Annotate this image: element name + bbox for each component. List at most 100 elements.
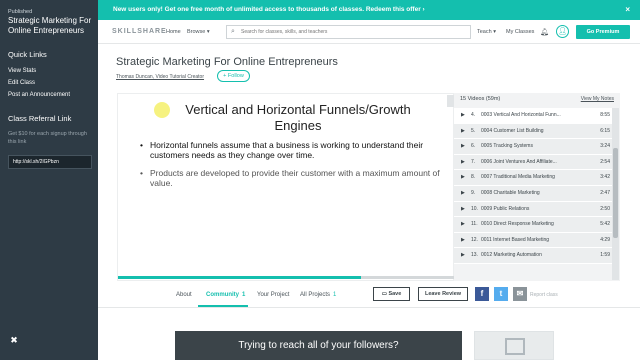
referral-link-field[interactable] (8, 155, 92, 169)
user-icon[interactable]: 👤︎ (556, 25, 569, 38)
save-label: Save (388, 291, 402, 297)
player-scrollbar[interactable] (447, 95, 454, 107)
tab-your-project[interactable]: Your Project (257, 292, 289, 298)
video-duration: 3:24 (600, 143, 610, 150)
video-title: 0007 Traditional Media Marketing (481, 174, 555, 181)
video-list-item[interactable]: ▶ 4. 0003 Vertical And Horizontal Funn... 8… (454, 108, 612, 124)
video-player[interactable]: Vertical and Horizontal Funnels/Growth E… (117, 93, 455, 281)
play-icon: ▶ (461, 174, 465, 181)
video-list-item[interactable]: ▶ 6. 0005 Tracking Systems 3:24 (454, 139, 612, 155)
video-list-item[interactable]: ▶ 8. 0007 Traditional Media Marketing 3:42 (454, 170, 612, 186)
sidebar-class-title: Strategic Marketing For Online Entrepren… (8, 16, 92, 35)
video-title: 0005 Tracking Systems (481, 143, 533, 150)
video-list-item[interactable]: ▶ 10. 0009 Public Relations 2:50 (454, 201, 612, 218)
video-title: 0008 Charitable Marketing (481, 189, 540, 196)
video-progress-bar[interactable] (118, 276, 455, 279)
video-duration: 2:47 (600, 189, 610, 196)
video-title: 0012 Marketing Automation (481, 252, 542, 259)
tab-all-projects-count: 1 (333, 292, 337, 298)
class-status: Published (8, 9, 33, 15)
video-duration: 4:29 (600, 236, 610, 243)
tab-community[interactable]: Community 1 (206, 292, 245, 298)
video-number: 8. (471, 174, 476, 181)
tab-all-projects[interactable]: All Projects 1 (300, 292, 336, 298)
video-title: 0010 Direct Response Marketing (481, 221, 554, 228)
video-list-item[interactable]: ▶ 11. 0010 Direct Response Marketing 5:42 (454, 217, 612, 233)
play-icon: ▶ (461, 143, 465, 150)
twitter-icon[interactable]: t (494, 287, 508, 301)
video-progress-fill (118, 276, 361, 279)
facebook-icon[interactable]: f (475, 287, 489, 301)
teacher-link[interactable]: Thomas Duncan, Video Tutorial Creator (116, 74, 204, 80)
video-number: 12. (471, 236, 478, 243)
video-title: 0011 Internet Based Marketing (481, 236, 550, 243)
video-number: 9. (471, 189, 476, 196)
video-number: 10. (471, 205, 478, 212)
promo-banner[interactable]: New users only! Get one free month of un… (98, 0, 640, 20)
slide-bullet: Horizontal funnels assume that a busines… (140, 140, 440, 160)
close-icon[interactable]: ✖ (8, 334, 20, 346)
video-duration: 2:50 (600, 205, 610, 212)
video-list-item[interactable]: ▶ 13. 0012 Marketing Automation 1:59 (454, 248, 612, 264)
video-count: 15 Videos (59m) (460, 96, 501, 102)
slide-bullets: Horizontal funnels assume that a busines… (140, 140, 440, 196)
video-list-scrollbar[interactable] (612, 108, 619, 280)
view-stats-link[interactable]: View Stats (8, 68, 36, 74)
play-icon: ▶ (461, 205, 465, 212)
followers-promo: Trying to reach all of your followers? (175, 331, 462, 360)
banner-close-icon[interactable]: × (625, 0, 630, 20)
promo-image (474, 331, 554, 360)
leave-review-button[interactable]: Leave Review (418, 287, 468, 301)
post-announcement-link[interactable]: Post an Announcement (8, 92, 70, 98)
go-premium-button[interactable]: Go Premium (576, 25, 630, 39)
video-duration: 2:54 (600, 158, 610, 165)
skillshare-logo[interactable]: SKILLSHARE (112, 28, 167, 35)
search-input[interactable] (241, 27, 466, 37)
video-number: 6. (471, 143, 476, 150)
play-icon: ▶ (461, 189, 465, 196)
report-class-link[interactable]: Report class (530, 292, 558, 298)
view-notes-link[interactable]: View My Notes (581, 96, 614, 102)
quick-links-heading: Quick Links (8, 50, 47, 59)
search-icon: ⌕ (231, 28, 235, 35)
video-list-item[interactable]: ▶ 12. 0011 Internet Based Marketing 4:29 (454, 232, 612, 249)
video-duration: 6:15 (600, 127, 610, 134)
nav-my-classes[interactable]: My Classes (506, 29, 534, 35)
video-duration: 3:42 (600, 174, 610, 181)
edit-class-link[interactable]: Edit Class (8, 80, 35, 86)
cursor-highlight (154, 102, 170, 118)
video-number: 11. (471, 221, 478, 228)
banner-text[interactable]: New users only! Get one free month of un… (113, 6, 425, 13)
tabs-divider (98, 307, 640, 308)
video-list-item[interactable]: ▶ 5. 0004 Customer List Building 6:15 (454, 123, 612, 140)
play-icon: ▶ (461, 252, 465, 259)
video-number: 4. (471, 112, 476, 118)
video-number: 5. (471, 127, 476, 134)
tab-community-label: Community (206, 292, 239, 298)
tab-about[interactable]: About (176, 292, 192, 298)
video-number: 13. (471, 252, 478, 259)
scrollbar-thumb[interactable] (613, 148, 618, 238)
video-list-item[interactable]: ▶ 7. 0006 Joint Ventures And Affiliate... 2… (454, 154, 612, 171)
search-box[interactable]: ⌕ (226, 25, 471, 39)
referral-heading: Class Referral Link (8, 114, 72, 123)
video-title: 0004 Customer List Building (481, 127, 544, 134)
bell-icon[interactable]: 🔔︎ (540, 28, 549, 36)
video-duration: 1:59 (600, 252, 610, 259)
tab-all-projects-label: All Projects (300, 292, 331, 298)
nav-home[interactable]: Home (166, 29, 181, 35)
slide-bullet: Products are developed to provide their … (140, 168, 440, 188)
class-title: Strategic Marketing For Online Entrepren… (116, 56, 338, 68)
video-list-item[interactable]: ▶ 9. 0008 Charitable Marketing 2:47 (454, 185, 612, 202)
nav-teach[interactable]: Teach ▾ (477, 29, 496, 35)
email-icon[interactable]: ✉ (513, 287, 527, 301)
follow-button[interactable]: + Follow (217, 70, 250, 82)
slide-title: Vertical and Horizontal Funnels/Growth E… (185, 102, 411, 133)
play-icon: ▶ (461, 221, 465, 228)
video-duration: 8:55 (600, 112, 610, 118)
nav-browse[interactable]: Browse ▾ (187, 29, 210, 35)
tab-community-count: 1 (242, 292, 246, 298)
play-icon: ▶ (461, 236, 465, 243)
video-list-items: ▶ 4. 0003 Vertical And Horizontal Funn... 8… (454, 108, 612, 264)
save-button[interactable]: ▭ Save (373, 287, 410, 301)
